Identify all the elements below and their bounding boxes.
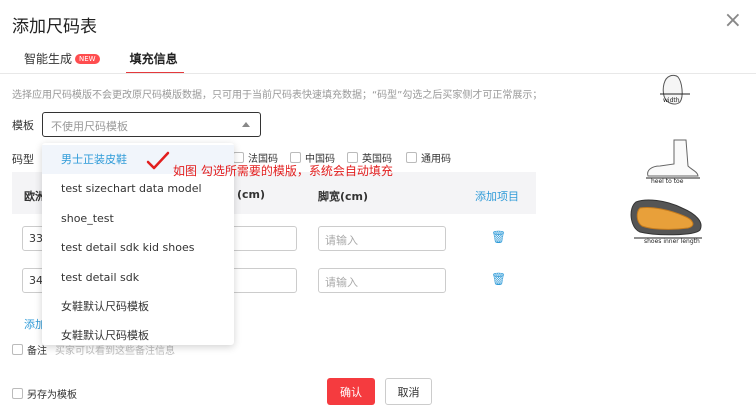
header-length: (cm): [237, 188, 266, 201]
dropdown-item[interactable]: 女鞋默认尺码模板: [42, 292, 234, 321]
shoes-inner-length-caption: shoes inner length: [644, 238, 700, 245]
dropdown-item[interactable]: test detail sdk: [42, 263, 234, 292]
dropdown-item[interactable]: 女鞋默认尺码模板: [42, 321, 234, 350]
trash-icon[interactable]: 🗑: [491, 272, 506, 286]
checkbox[interactable]: [406, 152, 417, 163]
template-label: 模板: [12, 119, 34, 132]
length-input[interactable]: [230, 268, 297, 293]
tab-smart-generate[interactable]: 智能生成 NEW: [24, 50, 100, 74]
width-caption: width: [663, 97, 680, 104]
dropdown-item[interactable]: test detail sdk kid shoes: [42, 233, 234, 262]
tab-fill-info[interactable]: 填充信息: [125, 50, 184, 74]
checkmark-annotation-icon: [146, 151, 170, 170]
heel-to-toe-caption: heel to toe: [651, 178, 684, 185]
checkbox[interactable]: [12, 344, 23, 355]
size-type-label: 码型: [12, 153, 34, 166]
tabs-divider: [0, 73, 756, 74]
chevron-up-icon: [242, 122, 250, 127]
size-type-option-label: 通用码: [421, 154, 451, 165]
new-badge: NEW: [75, 54, 100, 64]
template-select-placeholder: 不使用尺码模板: [51, 120, 128, 133]
confirm-button[interactable]: 确认: [327, 378, 375, 405]
tab-smart-generate-label: 智能生成: [24, 52, 73, 66]
foot-width-input[interactable]: 请输入: [318, 226, 446, 251]
annotation-text: 如图 勾选所需要的模版，系统会自动填充: [173, 164, 393, 178]
tab-fill-info-label: 填充信息: [129, 52, 178, 66]
trash-icon[interactable]: 🗑: [491, 230, 506, 244]
tab-bar: 智能生成 NEW 填充信息: [24, 50, 184, 74]
header-foot-width: 脚宽(cm): [318, 190, 369, 203]
template-select[interactable]: 不使用尺码模板: [42, 112, 261, 137]
heel-to-toe-illustration: [646, 139, 700, 179]
shoes-inner-length-illustration: [630, 199, 702, 239]
foot-width-input[interactable]: 请输入: [318, 268, 446, 293]
save-as-template-option[interactable]: 另存为模板: [12, 386, 77, 401]
description-text: 选择应用尺码模版不会更改原尺码模版数据，只可用于当前尺码表快速填充数据；“码型”…: [12, 90, 543, 101]
checkbox[interactable]: [12, 388, 23, 399]
dialog-title: 添加尺码表: [12, 17, 97, 37]
cancel-button[interactable]: 取消: [385, 378, 432, 405]
size-type-option-general[interactable]: 通用码: [406, 150, 451, 165]
dropdown-item[interactable]: shoe_test: [42, 204, 234, 233]
length-input[interactable]: [230, 226, 297, 251]
close-icon[interactable]: ×: [724, 10, 742, 32]
save-as-template-label: 另存为模板: [27, 390, 77, 401]
add-item-link[interactable]: 添加项目: [475, 188, 519, 204]
